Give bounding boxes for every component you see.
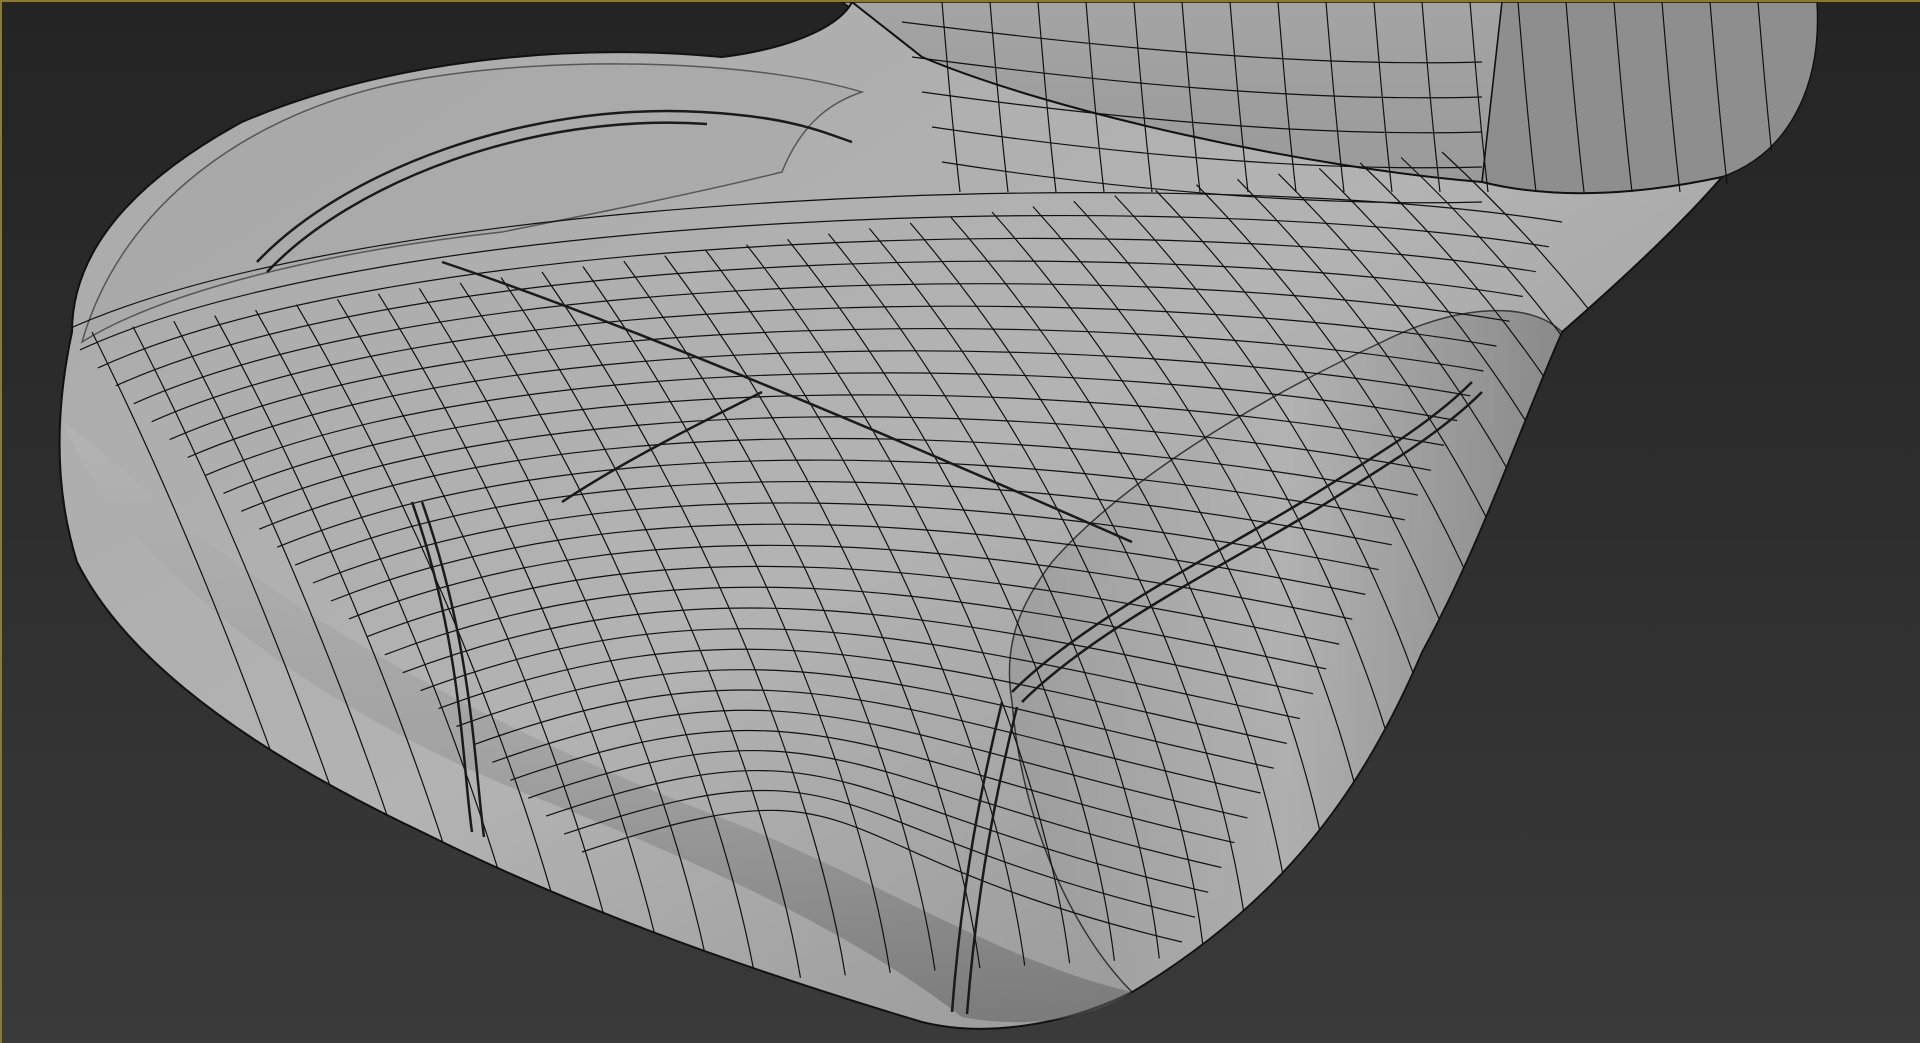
3d-viewport[interactable] [0,0,1920,1043]
viewport-canvas[interactable] [2,2,1920,1043]
